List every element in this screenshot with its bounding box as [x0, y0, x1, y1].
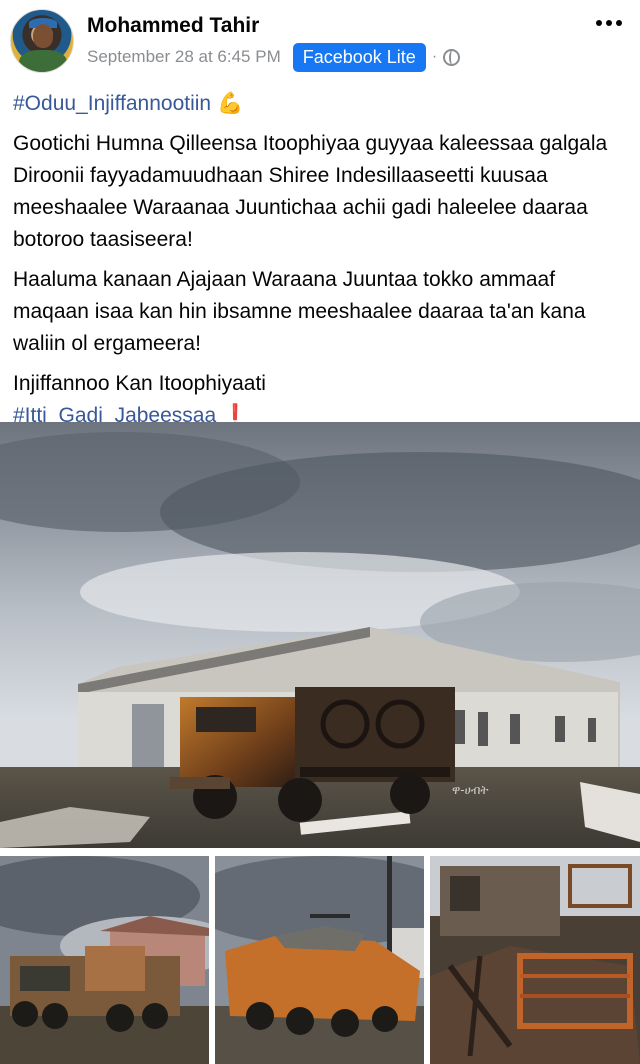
post-photo-thumb-3[interactable]: [430, 856, 640, 1064]
post-header: Mohammed Tahir September 28 at 6:45 PM F…: [0, 0, 640, 80]
burnt-apc-thumb: [215, 856, 424, 1064]
meta-separator: ·: [431, 48, 438, 65]
closing-line: Injiffannoo Kan Itoophiyaati: [13, 372, 266, 395]
post-body: #Oduu_Injiffannootiin 💪 Gootichi Humna Q…: [13, 88, 628, 440]
photo-watermark: ዋ-ሀብት: [452, 783, 489, 797]
more-dot: [606, 20, 612, 26]
flexed-biceps-icon: 💪: [216, 92, 244, 115]
more-dot: [616, 20, 622, 26]
post-photo-thumb-1[interactable]: [0, 856, 209, 1064]
more-options-icon[interactable]: [596, 20, 622, 26]
hashtag-line: #Oduu_Injiffannootiin 💪: [13, 88, 628, 120]
avatar-body: [19, 50, 67, 72]
app-badge[interactable]: Facebook Lite: [292, 42, 426, 72]
burnt-wreckage-thumb: [430, 856, 640, 1064]
avatar-face: [33, 24, 53, 48]
more-dot: [596, 20, 602, 26]
post-photo-thumb-2[interactable]: [215, 856, 424, 1064]
post-timestamp[interactable]: September 28 at 6:45 PM: [87, 47, 281, 67]
burnt-truck-photo: ዋ-ሀብት: [0, 422, 640, 848]
author-name[interactable]: Mohammed Tahir: [87, 14, 259, 38]
hashtag-oduu-injiffannootiin[interactable]: #Oduu_Injiffannootiin: [13, 92, 211, 115]
post-paragraph-2: Haaluma kanaan Ajajaan Waraana Juuntaa t…: [13, 268, 586, 355]
post-photo-row: [0, 856, 640, 1064]
post-meta: September 28 at 6:45 PM Facebook Lite ·: [87, 42, 461, 72]
burnt-truck-thumb: [0, 856, 209, 1064]
globe-icon: [443, 48, 461, 66]
author-avatar[interactable]: [10, 9, 74, 73]
post-photo-main[interactable]: ዋ-ሀብት: [0, 422, 640, 848]
post-paragraph-1: Gootichi Humna Qilleensa Itoophiyaa guyy…: [13, 132, 608, 251]
